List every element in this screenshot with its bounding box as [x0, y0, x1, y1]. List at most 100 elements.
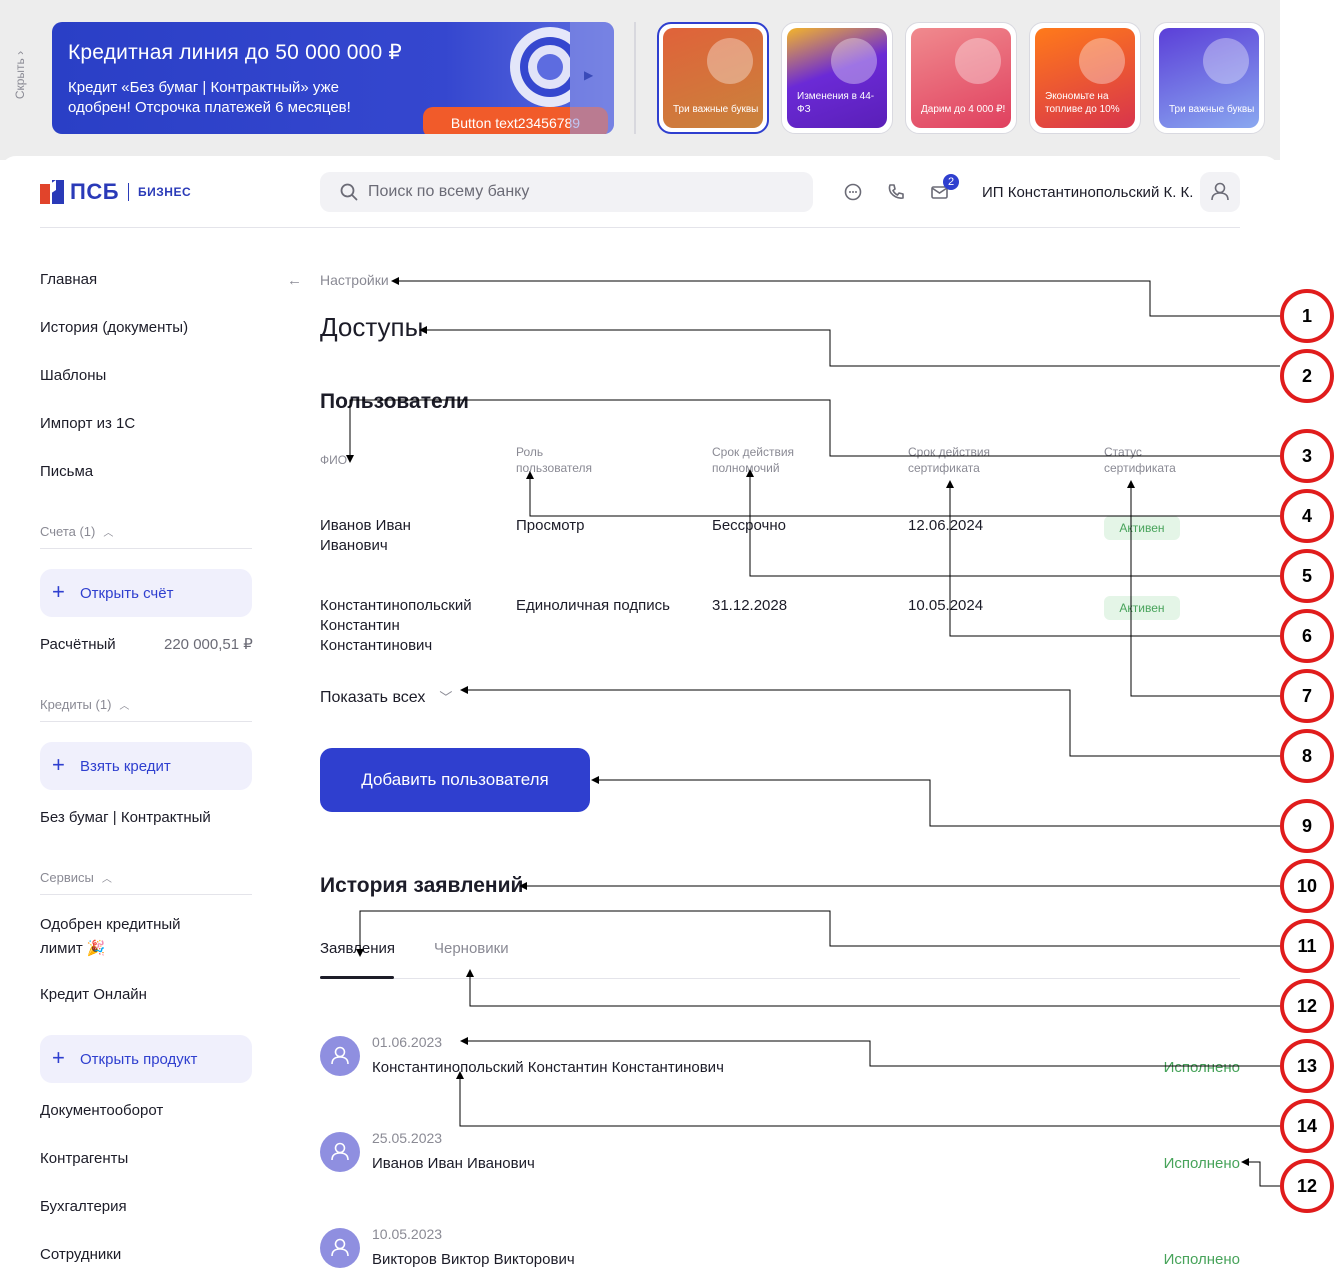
avatar: [320, 1132, 360, 1172]
story-card[interactable]: Экономьте на топливе до 10%: [1029, 22, 1141, 134]
fuel-can-icon: [1079, 38, 1125, 84]
back-arrow-icon[interactable]: ←: [287, 272, 302, 289]
application-name: Викторов Виктор Викторович: [372, 1251, 575, 1268]
search-box[interactable]: [320, 172, 813, 212]
chevron-up-icon: ︿: [119, 701, 130, 712]
sidebar-item-history[interactable]: История (документы): [40, 318, 188, 338]
coin-hand-icon: [955, 38, 1001, 84]
story-cover: Экономьте на топливе до 10%: [1035, 28, 1135, 128]
promo-band: Скрыть › Кредитная линия до 50 000 000 ₽…: [0, 0, 1280, 160]
application-status: Исполнено: [1163, 1059, 1240, 1076]
take-credit-label: Взять кредит: [80, 757, 171, 775]
story-card[interactable]: Три важные буквы: [1153, 22, 1265, 134]
sidebar-item-credit-online[interactable]: Кредит Онлайн: [40, 985, 147, 1005]
chat-icon[interactable]: [843, 182, 863, 202]
psb-logo[interactable]: ПСБ БИЗНЕС: [40, 179, 191, 204]
column-header-role: Роль пользователя: [516, 444, 592, 476]
take-credit-button[interactable]: + Взять кредит: [40, 742, 252, 790]
story-cover: Изменения в 44-ФЗ: [787, 28, 887, 128]
application-date: 25.05.2023: [372, 1130, 443, 1146]
sidebar-item-import[interactable]: Импорт из 1С: [40, 414, 135, 434]
credits-group-header[interactable]: Кредиты (1) ︿: [40, 697, 129, 712]
phone-icon[interactable]: [886, 182, 906, 202]
chevron-down-icon: ﹀: [439, 690, 453, 705]
annotation-marker: 14: [1280, 1099, 1334, 1153]
annotation-marker: 2: [1280, 349, 1334, 403]
story-label: Три важные буквы: [1169, 104, 1255, 115]
user-icon: [331, 1142, 349, 1161]
user-fio-line: Иванович: [320, 537, 388, 554]
column-header-term-line: полномочий: [712, 461, 780, 475]
tab-applications[interactable]: Заявления: [320, 940, 395, 957]
credits-group-title: Кредиты (1): [40, 697, 112, 712]
show-all-button[interactable]: Показать всех ﹀: [320, 687, 452, 707]
column-header-cert-line: сертификата: [908, 461, 980, 475]
promo-hero-banner[interactable]: Кредитная линия до 50 000 000 ₽ Кредит «…: [52, 22, 614, 134]
annotation-marker: 10: [1280, 859, 1334, 913]
sidebar-item-accounting[interactable]: Бухгалтерия: [40, 1197, 127, 1217]
user-icon: [331, 1238, 349, 1257]
user-fio-line: Константинопольский: [320, 597, 472, 614]
plus-icon: +: [52, 1045, 65, 1070]
user-name[interactable]: ИП Константинопольский К. К.: [982, 184, 1193, 201]
sidebar-item-docflow[interactable]: Документооборот: [40, 1101, 163, 1121]
status-badge: Активен: [1104, 516, 1180, 540]
user-fio: Константинопольский Константин Константи…: [320, 596, 472, 656]
notification-badge: 2: [943, 174, 959, 190]
sidebar-item-templates[interactable]: Шаблоны: [40, 366, 106, 386]
avatar: [320, 1228, 360, 1268]
show-all-label: Показать всех: [320, 689, 426, 706]
account-item[interactable]: Расчётный: [40, 635, 116, 655]
open-account-button[interactable]: + Открыть счёт: [40, 569, 252, 617]
breadcrumb[interactable]: Настройки: [320, 272, 389, 288]
credit-item[interactable]: Без бумаг | Контрактный: [40, 808, 211, 828]
avatar: [320, 1036, 360, 1076]
column-header-cert-line: Срок действия: [908, 445, 991, 459]
user-icon: [1211, 182, 1229, 201]
application-name: Иванов Иван Иванович: [372, 1155, 535, 1172]
search-input[interactable]: [368, 183, 798, 201]
hero-decoration-icon: [510, 27, 570, 107]
story-card[interactable]: Дарим до 4 000 ₽!: [905, 22, 1017, 134]
story-cover: Дарим до 4 000 ₽!: [911, 28, 1011, 128]
story-card[interactable]: Изменения в 44-ФЗ: [781, 22, 893, 134]
story-label: Изменения в 44-ФЗ: [797, 91, 875, 115]
sidebar-item-home[interactable]: Главная: [40, 270, 97, 290]
story-label: Дарим до 4 000 ₽!: [921, 104, 1006, 115]
services-group-title: Сервисы: [40, 870, 94, 885]
account-balance: 220 000,51 ₽: [164, 636, 253, 653]
application-status: Исполнено: [1163, 1155, 1240, 1172]
sidebar-item-approved-limit[interactable]: Одобрен кредитный лимит 🎉: [40, 913, 210, 961]
ok-hand-icon: [1203, 38, 1249, 84]
story-card[interactable]: Три важные буквы: [657, 22, 769, 134]
accounts-group-header[interactable]: Счета (1) ︿: [40, 524, 113, 539]
status-badge: Активен: [1104, 596, 1180, 620]
sidebar-item-employees[interactable]: Сотрудники: [40, 1245, 121, 1265]
profile-button[interactable]: [1200, 172, 1240, 212]
user-cert-date: 10.05.2024: [908, 597, 984, 614]
user-term: 31.12.2028: [712, 597, 788, 614]
column-header-fio: ФИО: [320, 453, 348, 467]
sidebar-item-letters[interactable]: Письма: [40, 462, 93, 482]
annotation-marker: 12: [1280, 979, 1334, 1033]
hero-title: Кредитная линия до 50 000 000 ₽: [68, 41, 402, 64]
tab-drafts[interactable]: Черновики: [434, 940, 509, 957]
open-product-button[interactable]: + Открыть продукт: [40, 1035, 252, 1083]
column-header-term: Срок действия полномочий: [712, 444, 794, 476]
hide-promo-toggle[interactable]: Скрыть ›: [10, 40, 30, 120]
annotation-marker: 1: [1280, 289, 1334, 343]
add-user-button[interactable]: Добавить пользователя: [320, 748, 590, 812]
sidebar-item-counterparties[interactable]: Контрагенты: [40, 1149, 128, 1169]
active-tab-indicator: [320, 976, 394, 979]
sidebar-divider: [40, 721, 252, 722]
plus-icon: +: [52, 752, 65, 777]
hide-promo-label[interactable]: Скрыть ›: [13, 43, 27, 107]
column-header-role-line: Роль: [516, 445, 544, 459]
story-cover: Три важные буквы: [1159, 28, 1259, 128]
accounts-group-title: Счета (1): [40, 524, 96, 539]
hero-next-button[interactable]: ▶: [570, 22, 614, 134]
chevron-up-icon: ︿: [103, 528, 114, 539]
user-icon: [331, 1046, 349, 1065]
user-role: Единоличная подпись: [516, 597, 670, 614]
services-group-header[interactable]: Сервисы ︿: [40, 870, 112, 885]
